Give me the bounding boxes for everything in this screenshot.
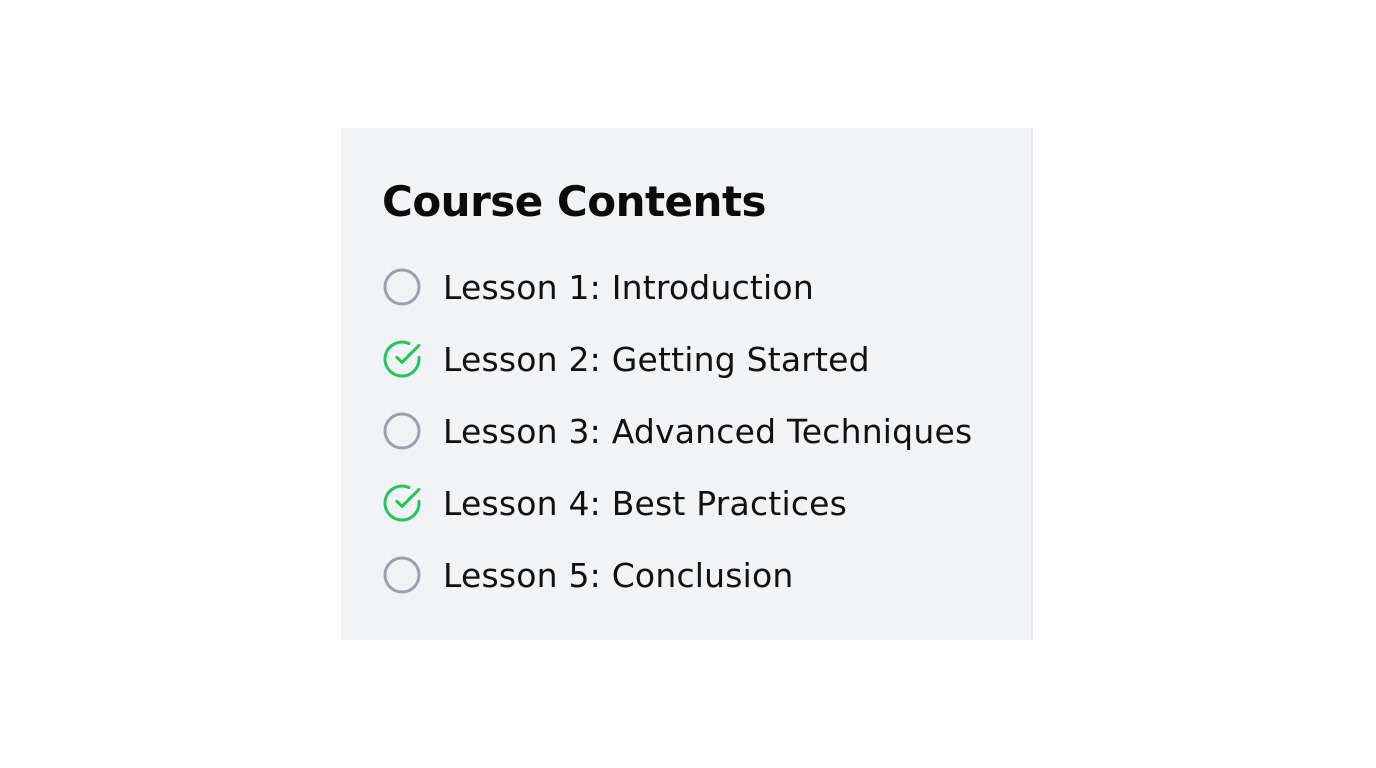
course-contents-title: Course Contents [382, 177, 767, 226]
circle-icon [382, 267, 422, 307]
lesson-item-4[interactable]: Lesson 4: Best Practices [382, 467, 1031, 539]
circle-icon [382, 411, 422, 451]
lesson-item-5[interactable]: Lesson 5: Conclusion [382, 539, 1031, 611]
lesson-item-2[interactable]: Lesson 2: Getting Started [382, 323, 1031, 395]
lesson-label: Lesson 1: Introduction [443, 267, 814, 307]
lesson-label: Lesson 2: Getting Started [443, 339, 870, 379]
lesson-label: Lesson 3: Advanced Techniques [443, 411, 973, 451]
circle-icon [382, 555, 422, 595]
check-circle-icon [382, 483, 422, 523]
lesson-list: Lesson 1: Introduction Lesson 2: Getting… [382, 251, 1031, 611]
check-circle-icon [382, 339, 422, 379]
lesson-label: Lesson 4: Best Practices [443, 483, 848, 523]
lesson-label: Lesson 5: Conclusion [443, 555, 794, 595]
lesson-item-3[interactable]: Lesson 3: Advanced Techniques [382, 395, 1031, 467]
course-contents-panel: Course Contents Lesson 1: Introduction L… [341, 128, 1033, 640]
lesson-item-1[interactable]: Lesson 1: Introduction [382, 251, 1031, 323]
